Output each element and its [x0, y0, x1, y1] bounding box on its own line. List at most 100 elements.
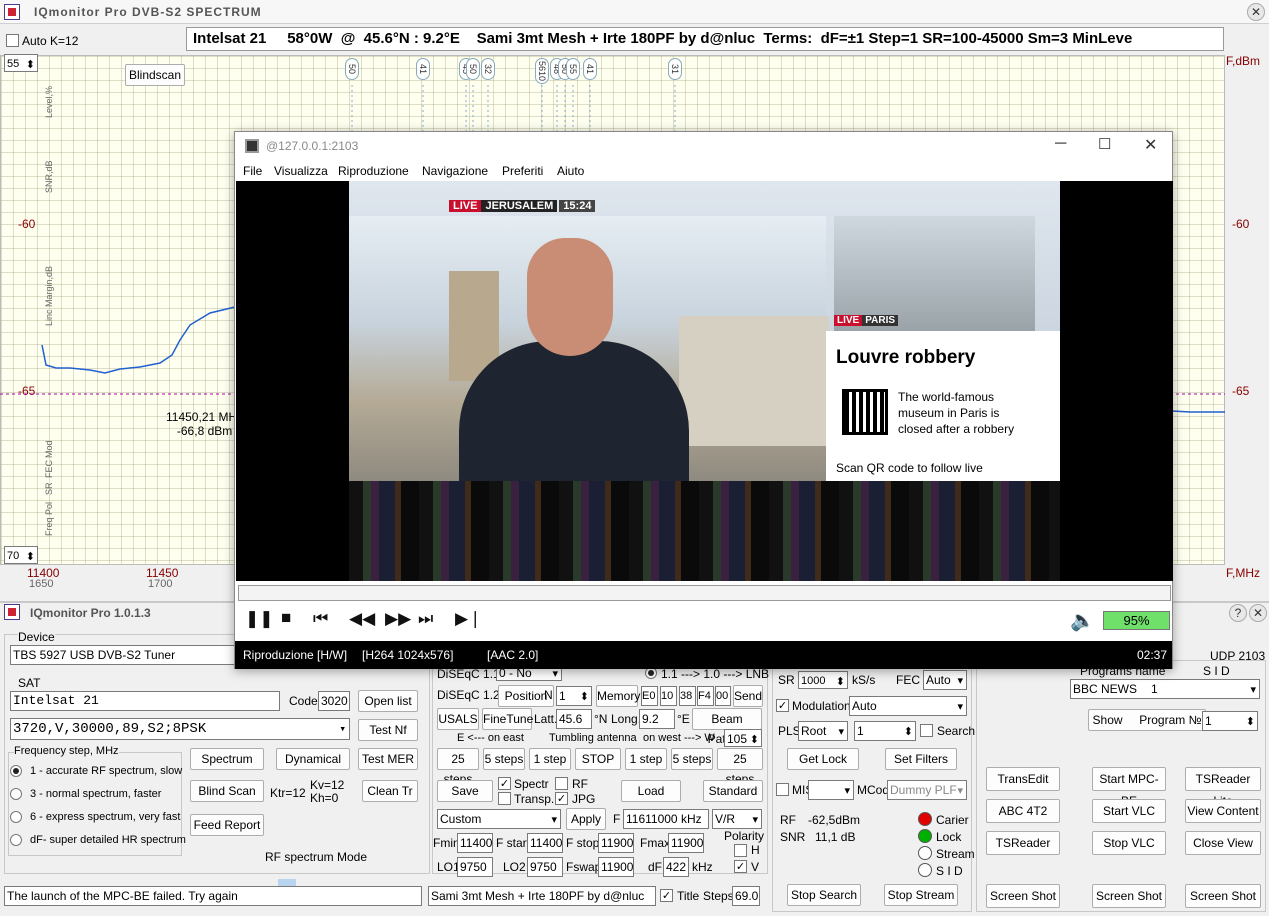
close-icon[interactable]: ✕: [1249, 604, 1267, 622]
mis-select[interactable]: [808, 780, 854, 800]
transp-checkbox[interactable]: [498, 792, 511, 805]
transedit-button[interactable]: TransEdit: [986, 767, 1060, 791]
jpg-checkbox[interactable]: [555, 792, 568, 805]
feed-name-input[interactable]: Sami 3mt Mesh + Irte 180PF by d@nluc: [428, 886, 656, 906]
stop-icon[interactable]: ■: [281, 608, 291, 628]
save-button[interactable]: Save: [437, 780, 493, 802]
cmd-byte[interactable]: F4: [697, 686, 714, 706]
tsreader-lite-button[interactable]: TSReader Lite: [1185, 767, 1261, 808]
menu-item[interactable]: Navigazione: [422, 164, 488, 178]
next-icon[interactable]: ⏭: [418, 609, 433, 629]
position-n-input[interactable]: 1: [556, 686, 592, 706]
send-button[interactable]: Send: [733, 685, 763, 707]
help-icon[interactable]: ?: [1229, 604, 1247, 622]
stop-vlc-button[interactable]: Stop VLC: [1092, 831, 1166, 855]
cmd-byte[interactable]: E0: [641, 686, 658, 706]
mcod-select[interactable]: Dummy PLF: [887, 780, 967, 800]
lo1-input[interactable]: 9750: [457, 857, 493, 877]
sat-name-input[interactable]: Intelsat 21: [10, 691, 280, 711]
screenshot-button[interactable]: Screen Shot: [986, 884, 1060, 908]
abc-4t2-button[interactable]: ABC 4T2: [986, 799, 1060, 823]
apply-button[interactable]: Apply: [566, 808, 606, 830]
df-input[interactable]: 422: [663, 857, 689, 877]
mis-checkbox[interactable]: [776, 783, 789, 796]
cmd-byte[interactable]: 10: [660, 686, 677, 706]
rf-checkbox[interactable]: [555, 777, 568, 790]
freq-step-radio[interactable]: [10, 834, 22, 846]
modulation-select[interactable]: Auto: [849, 696, 967, 716]
auto-k-checkbox[interactable]: [6, 34, 19, 47]
previous-icon[interactable]: ⏮: [313, 609, 328, 629]
device-select[interactable]: TBS 5927 USB DVB-S2 Tuner: [10, 645, 240, 665]
fswap-input[interactable]: 11900: [598, 857, 634, 877]
test-mer-button[interactable]: Test MER: [358, 748, 418, 770]
code-input[interactable]: 3020: [318, 691, 350, 711]
close-icon[interactable]: ✕: [1247, 3, 1265, 21]
step-button[interactable]: 25 steps: [717, 748, 763, 786]
fast-forward-icon[interactable]: ▶▶: [385, 609, 411, 629]
step-button[interactable]: 25 steps: [437, 748, 479, 786]
fstart-input[interactable]: 11400: [527, 833, 563, 853]
fstop-input[interactable]: 11900: [598, 833, 634, 853]
beam-pattern-button[interactable]: Beam Pattern: [692, 708, 762, 746]
open-list-button[interactable]: Open list: [358, 690, 418, 712]
usals-button[interactable]: USALS: [437, 708, 479, 730]
screenshot-button[interactable]: Screen Shot: [1185, 884, 1261, 908]
menu-item[interactable]: Riproduzione: [338, 164, 409, 178]
volume-slider[interactable]: 95%: [1103, 611, 1170, 630]
search-checkbox[interactable]: [920, 724, 933, 737]
standard-button[interactable]: Standard: [703, 780, 763, 802]
tp-select[interactable]: 3720,V,30000,89,S2;8PSK: [10, 718, 350, 740]
freq-step-radio[interactable]: [10, 788, 22, 800]
pls-select[interactable]: Root: [798, 721, 848, 741]
start-vlc-button[interactable]: Start VLC: [1092, 799, 1166, 823]
start-mpc-button[interactable]: Start MPC-BE: [1092, 767, 1166, 808]
modulation-checkbox[interactable]: [776, 699, 789, 712]
close-icon[interactable]: ✕: [1144, 135, 1157, 155]
tumbling-value-input[interactable]: 105: [724, 729, 762, 747]
step-button[interactable]: 5 steps: [483, 748, 525, 770]
sr-input[interactable]: 1000: [798, 671, 848, 689]
program-no-input[interactable]: 1: [1202, 711, 1258, 731]
program-select[interactable]: BBC NEWS 1: [1070, 679, 1260, 699]
maximize-icon[interactable]: ☐: [1098, 135, 1111, 153]
long-input[interactable]: 9.2: [639, 709, 675, 729]
pol-select[interactable]: V/R: [712, 809, 762, 829]
load-button[interactable]: Load: [621, 780, 681, 802]
latt-input[interactable]: 45.6: [556, 709, 592, 729]
fmax-input[interactable]: 11900: [668, 833, 704, 853]
lnb-preset-select[interactable]: Custom: [437, 809, 561, 829]
blind-scan-button[interactable]: Blind Scan: [190, 780, 264, 802]
lo2-input[interactable]: 9750: [527, 857, 563, 877]
frame-step-icon[interactable]: ▶❘: [455, 609, 482, 629]
menu-item[interactable]: Aiuto: [557, 164, 584, 178]
seek-bar[interactable]: [238, 585, 1171, 601]
volume-icon[interactable]: 🔈: [1070, 608, 1095, 633]
step-button[interactable]: 1 step: [625, 748, 667, 770]
spectr-checkbox[interactable]: [498, 777, 511, 790]
set-filters-button[interactable]: Set Filters: [885, 748, 957, 770]
minimize-icon[interactable]: ─: [1055, 135, 1066, 153]
menu-item[interactable]: Preferiti: [502, 164, 543, 178]
pause-icon[interactable]: ❚❚: [245, 609, 274, 629]
freq-step-radio[interactable]: [10, 765, 22, 777]
fmin-input[interactable]: 11400: [457, 833, 493, 853]
menu-item[interactable]: Visualizza: [274, 164, 328, 178]
close-view-button[interactable]: Close View: [1185, 831, 1261, 855]
h-checkbox[interactable]: [734, 844, 747, 857]
dynamical-button[interactable]: Dynamical: [276, 748, 350, 770]
title-checkbox[interactable]: [660, 889, 673, 902]
clean-tr-button[interactable]: Clean Tr: [362, 780, 418, 802]
stop-search-button[interactable]: Stop Search: [787, 884, 861, 906]
video-area[interactable]: LIVE JERUSALEM 15:24 LIVE PARIS Louvre robb…: [236, 181, 1173, 581]
freq-step-radio[interactable]: [10, 811, 22, 823]
feed-report-button[interactable]: Feed Report: [190, 814, 264, 836]
stop-button[interactable]: STOP: [575, 748, 621, 770]
screenshot-button[interactable]: Screen Shot: [1092, 884, 1166, 908]
spectrum-button[interactable]: Spectrum: [190, 748, 264, 770]
steps-input[interactable]: 69.0: [732, 886, 760, 906]
menu-item[interactable]: File: [243, 164, 262, 178]
show-program-button[interactable]: Show Program №: [1088, 709, 1206, 731]
frequency-input[interactable]: 11611000 kHz: [623, 809, 709, 829]
get-lock-button[interactable]: Get Lock: [787, 748, 859, 770]
